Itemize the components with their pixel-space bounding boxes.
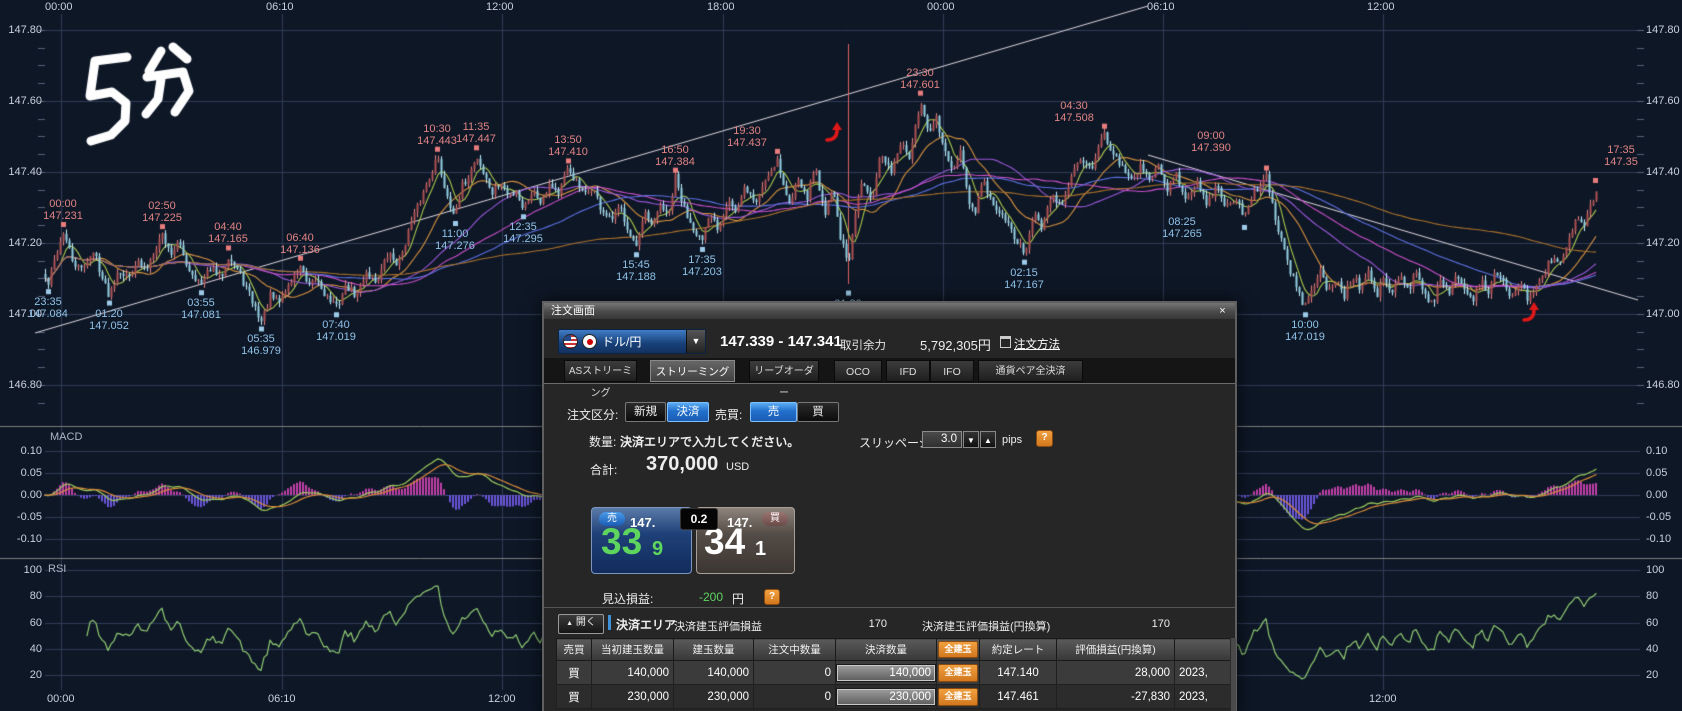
cell-pnl: -27,830 (1057, 685, 1175, 709)
table-header-row: 売買 当初建玉数量 建玉数量 注文中数量 決済数量 全建玉 約定レート 評価損益… (557, 639, 1231, 661)
close-order-button[interactable]: 決済 (667, 402, 709, 422)
sell-price-big: 33 (601, 522, 642, 562)
sell-price-sub: 9 (652, 538, 663, 561)
order-method-label: 注文方法 (1014, 339, 1060, 351)
col-rate[interactable]: 約定レート (980, 639, 1057, 661)
tab-leave-order[interactable]: リーブオーダー (749, 360, 819, 382)
close-qty-input[interactable]: 230,000 (837, 689, 935, 705)
col-all-positions: 全建玉 (937, 639, 980, 661)
cell-date: 2023, (1175, 661, 1231, 685)
col-initial-qty[interactable]: 当初建玉数量 (592, 639, 674, 661)
cell-date: 2023, (1175, 685, 1231, 709)
order-tabbar: ASストリーミング ストリーミング リーブオーダー OCO IFD IFO 通貨… (544, 358, 1235, 384)
eval-pnl-value: 170 (824, 618, 887, 630)
cell-qty: 230,000 (674, 685, 754, 709)
slippage-up-button[interactable]: ▲ (980, 431, 996, 448)
buy-toggle-button[interactable]: 買 (797, 402, 839, 422)
cell-rate: 147.140 (980, 661, 1057, 685)
new-order-button[interactable]: 新規 (625, 402, 666, 422)
positions-table: 売買 当初建玉数量 建玉数量 注文中数量 決済数量 全建玉 約定レート 評価損益… (556, 638, 1231, 709)
margin-value: 5,792,305円 (920, 335, 991, 354)
close-area-label: 決済エリア (616, 616, 676, 633)
divider (544, 607, 1235, 608)
eval-pnl-label: 決済建玉評価損益 (674, 618, 762, 634)
cell-side: 買 (557, 685, 592, 709)
buy-price-sub: 1 (755, 538, 766, 561)
open-label: 開く (576, 617, 596, 628)
currency-pair-label: ドル/円 (602, 333, 686, 350)
col-side[interactable]: 売買 (557, 639, 592, 661)
col-date[interactable] (1175, 639, 1231, 661)
position-row[interactable]: 買 230,000 230,000 0 230,000 全建玉 147.461 … (557, 685, 1231, 709)
total-unit: USD (726, 461, 749, 473)
pnl-unit: 円 (732, 590, 744, 607)
quantity-message: 決済エリアで入力してください。 (620, 433, 799, 450)
pnl-label: 見込損益: (602, 590, 653, 607)
eval-pnl-jpy-label: 決済建玉評価損益(円換算) (922, 618, 1050, 634)
order-method-link[interactable]: 注文方法 (1000, 336, 1060, 352)
chevron-down-icon[interactable]: ▼ (686, 330, 705, 353)
side-label: 売買: (715, 406, 742, 423)
cell-initial-qty: 230,000 (592, 685, 674, 709)
area-accent-bar (608, 615, 611, 630)
eval-pnl-jpy-value: 170 (1104, 618, 1170, 630)
cell-initial-qty: 140,000 (592, 661, 674, 685)
col-pnl-jpy[interactable]: 評価損益(円換算) (1057, 639, 1175, 661)
cell-rate: 147.461 (980, 685, 1057, 709)
dialog-titlebar[interactable]: 注文画面 (544, 303, 1235, 319)
triangle-up-icon: ▲ (566, 620, 573, 627)
slippage-help-button[interactable]: ? (1036, 430, 1053, 447)
table-scrollbar[interactable] (1230, 638, 1236, 711)
cell-pending: 0 (754, 661, 836, 685)
margin-label: 取引余力 (840, 337, 886, 353)
ask-price: 147.341 (788, 333, 842, 350)
slippage-down-button[interactable]: ▼ (963, 431, 979, 448)
spread-value: 0.2 (680, 508, 718, 530)
pnl-value: -200 (699, 590, 723, 604)
all-positions-button[interactable]: 全建玉 (938, 664, 978, 682)
bid-price: 147.339 (720, 333, 774, 350)
tab-ifo[interactable]: IFO (930, 360, 974, 382)
jp-flag-icon (582, 334, 597, 349)
col-close-qty[interactable]: 決済数量 (836, 639, 937, 661)
total-value: 370,000 (646, 453, 718, 476)
currency-pair-select[interactable]: ドル/円 ▼ (558, 329, 706, 354)
order-dialog: 注文画面 × ドル/円 ▼ 147.339 - 147.341 取引余力 5,7… (542, 301, 1237, 711)
pnl-help-button[interactable]: ? (764, 589, 780, 605)
tab-streaming[interactable]: ストリーミング (650, 360, 735, 382)
quote-price: 147.339 - 147.341 (720, 333, 842, 350)
us-flag-icon (563, 334, 578, 349)
sell-toggle-button[interactable]: 売 (750, 402, 797, 422)
all-positions-button[interactable]: 全建玉 (938, 688, 978, 706)
col-qty[interactable]: 建玉数量 (674, 639, 754, 661)
price-separator: - (778, 333, 783, 350)
position-row[interactable]: 買 140,000 140,000 0 140,000 全建玉 147.140 … (557, 661, 1231, 685)
close-icon[interactable]: × (1216, 305, 1229, 317)
total-label: 合計: (590, 461, 617, 478)
cell-pending: 0 (754, 685, 836, 709)
fx-trading-app: 00:0006:1012:0018:0000:0006:1012:0000:00… (0, 0, 1682, 711)
slippage-input[interactable]: 3.0 (922, 431, 962, 448)
cell-side: 買 (557, 661, 592, 685)
tab-ifd[interactable]: IFD (886, 360, 930, 382)
buy-badge: 買 (762, 512, 788, 526)
col-pending-qty[interactable]: 注文中数量 (754, 639, 836, 661)
quantity-label: 数量: (589, 433, 616, 450)
tab-as-streaming[interactable]: ASストリーミング (564, 360, 637, 382)
all-positions-header-button[interactable]: 全建玉 (938, 641, 978, 658)
sell-price-button[interactable]: 売 147. 33 9 (591, 507, 692, 574)
order-type-label: 注文区分: (567, 406, 618, 423)
cell-pnl: 28,000 (1057, 661, 1175, 685)
tab-oco[interactable]: OCO (834, 360, 882, 382)
window-icon (1000, 336, 1011, 348)
cell-qty: 140,000 (674, 661, 754, 685)
pips-label: pips (1002, 434, 1022, 446)
tab-all-close[interactable]: 通貨ペア全決済 (978, 360, 1083, 382)
close-qty-input[interactable]: 140,000 (837, 665, 935, 681)
open-area-button[interactable]: ▲ 開く (558, 614, 604, 634)
